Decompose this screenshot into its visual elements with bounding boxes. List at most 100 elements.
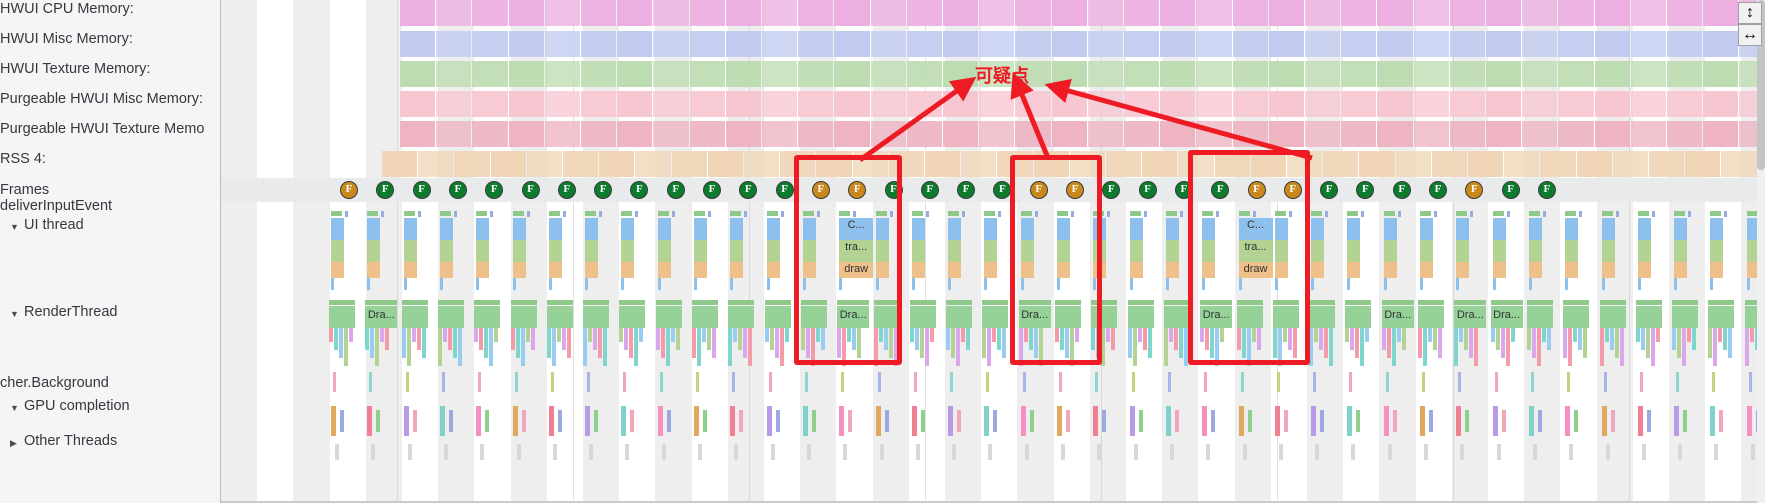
ui-thread-slice-tail[interactable] xyxy=(439,278,443,290)
render-thread-subslice[interactable] xyxy=(784,328,789,342)
counter-track-purgeable-hwui-misc-memory[interactable] xyxy=(221,91,1765,117)
gpu-completion-slice[interactable] xyxy=(993,410,998,432)
frame-marker-ok[interactable]: F xyxy=(1392,181,1411,199)
frame-marker-ok[interactable]: F xyxy=(1102,181,1121,199)
ui-slice-tick[interactable] xyxy=(1542,211,1546,217)
render-thread-subslice[interactable] xyxy=(1604,328,1609,342)
render-thread-subslice[interactable] xyxy=(411,328,416,342)
render-thread-track[interactable]: Dra... Dra... Dra... Dra... Dra... Dra... Dra.… xyxy=(221,296,1765,366)
ui-thread-slice-tail[interactable] xyxy=(1637,278,1641,290)
gpu-completion-slice[interactable] xyxy=(476,406,482,436)
gpu-completion-slice[interactable] xyxy=(1311,406,1317,436)
render-thread-subslice[interactable] xyxy=(919,328,924,358)
ui-thread-slice[interactable] xyxy=(367,218,381,240)
gpu-completion-slice[interactable] xyxy=(367,406,373,436)
gpu-completion-slice[interactable] xyxy=(439,406,445,436)
render-thread-subslice[interactable] xyxy=(929,328,934,342)
gpu-completion-slice[interactable] xyxy=(331,406,336,436)
gpu-completion-slice[interactable] xyxy=(657,406,663,436)
render-thread-subslice[interactable] xyxy=(1744,328,1749,366)
ui-thread-slice[interactable] xyxy=(1492,218,1506,240)
render-thread-subslice[interactable] xyxy=(1401,328,1406,350)
ui-thread-slice[interactable] xyxy=(657,262,671,278)
render-thread-subslice[interactable] xyxy=(1723,328,1728,350)
render-thread-slice[interactable] xyxy=(1345,306,1372,328)
render-thread-subslice[interactable] xyxy=(1360,328,1365,366)
ui-thread-slice[interactable] xyxy=(1601,262,1615,278)
other-thread-slice[interactable] xyxy=(661,444,666,460)
render-thread-slice-top[interactable] xyxy=(510,300,537,305)
ui-thread-slice[interactable] xyxy=(1383,240,1397,262)
other-thread-slice[interactable] xyxy=(843,444,848,460)
other-thread-slice[interactable] xyxy=(1278,444,1283,460)
render-thread-subslice[interactable] xyxy=(520,328,525,366)
ui-slice-tick[interactable] xyxy=(1420,211,1431,216)
background-slice[interactable] xyxy=(333,372,336,392)
track-label[interactable]: Frames xyxy=(0,182,49,198)
other-thread-slice[interactable] xyxy=(879,444,884,460)
frame-marker-ok[interactable]: F xyxy=(775,181,794,199)
other-thread-slice[interactable] xyxy=(1678,444,1683,460)
render-thread-subslice[interactable] xyxy=(961,328,966,342)
ui-slice-tick[interactable] xyxy=(526,211,530,217)
frame-marker-ok[interactable]: F xyxy=(703,181,721,199)
gpu-completion-slice[interactable] xyxy=(948,406,954,436)
gpu-completion-slice[interactable] xyxy=(1710,406,1716,436)
gpu-completion-slice[interactable] xyxy=(1274,406,1280,436)
render-thread-subslice[interactable] xyxy=(1713,328,1718,366)
ui-thread-slice[interactable] xyxy=(766,218,780,240)
render-thread-subslice[interactable] xyxy=(769,328,774,350)
other-thread-slice[interactable] xyxy=(1024,444,1029,460)
render-thread-subslice[interactable] xyxy=(629,328,634,358)
counter-track-hwui-cpu-memory[interactable] xyxy=(221,0,1765,26)
background-slice[interactable] xyxy=(550,372,554,392)
frame-marker-ok[interactable]: F xyxy=(1537,181,1556,199)
other-thread-slice[interactable] xyxy=(1424,444,1428,460)
ui-thread-slice[interactable] xyxy=(1420,262,1433,278)
background-slice[interactable] xyxy=(732,372,736,392)
gpu-completion-slice[interactable] xyxy=(548,406,554,436)
ui-thread-slice[interactable] xyxy=(621,262,635,278)
render-thread-slice[interactable] xyxy=(329,306,355,328)
background-thread-track[interactable] xyxy=(221,368,1765,396)
ui-slice-tick[interactable] xyxy=(1434,211,1437,217)
render-thread-subslice[interactable] xyxy=(733,328,738,342)
other-thread-slice[interactable] xyxy=(806,444,811,460)
ui-thread-slice[interactable] xyxy=(512,240,526,262)
horizontal-resize-button[interactable]: ↔ xyxy=(1738,24,1762,46)
background-slice[interactable] xyxy=(1349,372,1353,392)
ui-thread-slice-tail[interactable] xyxy=(1311,278,1315,290)
other-thread-slice[interactable] xyxy=(1714,444,1719,460)
render-thread-subslice[interactable] xyxy=(421,328,426,358)
track-label[interactable]: GPU completion xyxy=(24,398,130,414)
ui-slice-tick[interactable] xyxy=(1129,211,1141,216)
ui-slice-tick[interactable] xyxy=(345,211,348,217)
render-thread-slice[interactable] xyxy=(510,306,537,328)
other-thread-slice[interactable] xyxy=(1605,444,1610,460)
ui-slice-tick[interactable] xyxy=(911,211,923,216)
background-slice[interactable] xyxy=(950,372,954,392)
render-thread-subslice[interactable] xyxy=(738,328,743,350)
render-thread-subslice[interactable] xyxy=(588,328,593,342)
render-thread-subslice[interactable] xyxy=(634,328,639,366)
counter-track-purgeable-hwui-texture[interactable] xyxy=(221,121,1765,147)
render-thread-subslice[interactable] xyxy=(914,328,919,350)
other-thread-slice[interactable] xyxy=(371,444,376,460)
render-thread-subslice[interactable] xyxy=(909,328,914,342)
ui-thread-slice[interactable] xyxy=(911,218,925,240)
ui-slice-tick[interactable] xyxy=(512,211,524,216)
ui-slice-tick[interactable] xyxy=(780,211,784,217)
gpu-completion-slice[interactable] xyxy=(666,410,671,432)
render-thread-subslice[interactable] xyxy=(1614,328,1619,358)
ui-thread-slice[interactable] xyxy=(694,240,707,262)
render-thread-subslice[interactable] xyxy=(1464,328,1469,350)
ui-thread-slice-tail[interactable] xyxy=(1746,278,1750,290)
render-thread-subslice[interactable] xyxy=(1505,328,1510,366)
ui-thread-slice[interactable] xyxy=(730,218,744,240)
render-thread-slice-top[interactable] xyxy=(1127,300,1154,305)
render-thread-subslice[interactable] xyxy=(1578,328,1583,350)
gpu-completion-slice[interactable] xyxy=(1174,410,1179,432)
track-label[interactable]: Other Threads xyxy=(24,433,117,449)
background-slice[interactable] xyxy=(1422,372,1425,392)
render-thread-slice[interactable] xyxy=(437,306,464,328)
